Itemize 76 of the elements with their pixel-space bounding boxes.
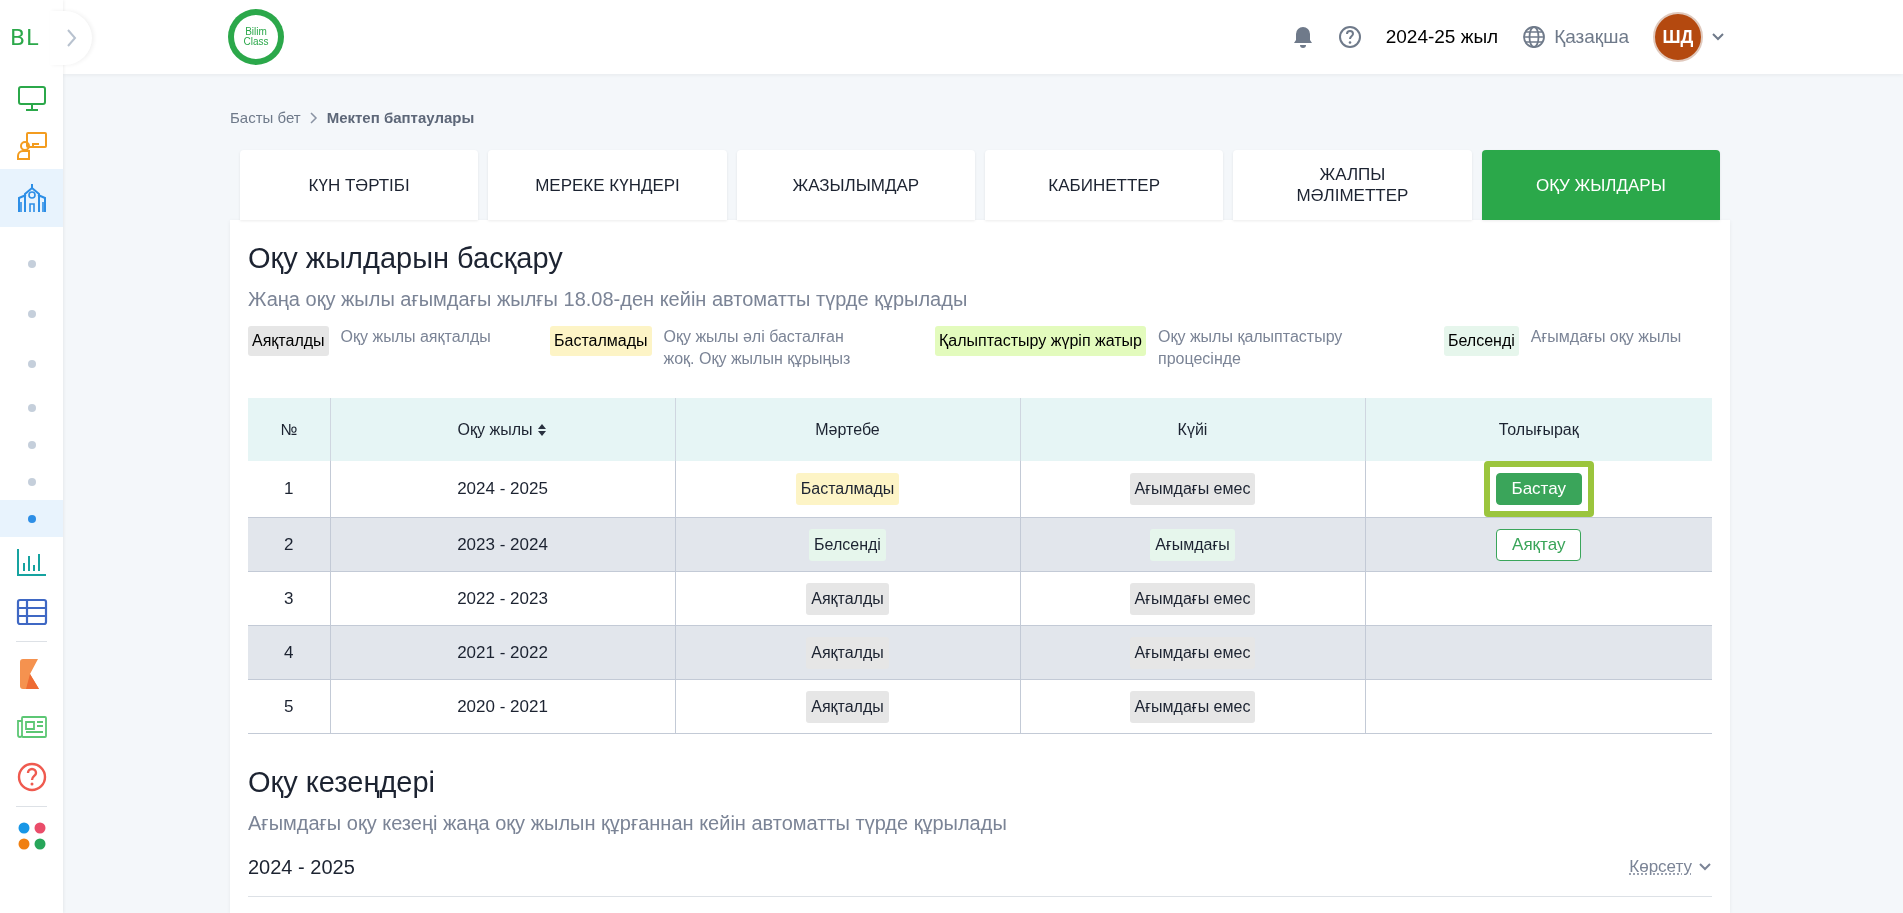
start-button[interactable]: Бастау [1495,473,1582,505]
school-building-icon [15,182,48,214]
logo-text: Bilim Class [242,27,270,47]
status-badge: Басталмады [795,473,900,505]
table-cell: 2022 - 2023 [330,571,675,626]
column-header: Толығырақ [1365,398,1712,461]
help-icon [1337,25,1362,49]
sidebar-item[interactable] [0,537,63,587]
table-cell: 5 [248,679,330,734]
section-subtitle: Ағымдағы оқу кезеңі жаңа оқу жылын құрғаннан кейін автоматты түрде құрылады [248,811,1008,836]
sidebar-item[interactable] [0,169,63,227]
table-cell: 3 [248,571,330,626]
legend-description: Оқу жылы әлі басталған жоқ. Оқу жылын құрыңыз [663,327,852,369]
tab[interactable]: ОҚУ ЖЫЛДАРЫ [1481,150,1720,220]
status-badge: Аяқталды [806,690,889,723]
breadcrumb-current: Мектеп баптаулары [326,107,475,128]
chevron-down-icon [1698,862,1712,872]
breadcrumb-link[interactable]: Басты бет [230,106,301,130]
state-badge: Ағымдағы емес [1129,473,1256,505]
legend-description: Оқу жылы қалыптастыру процесінде [1158,327,1344,369]
bell-icon [1291,25,1314,49]
state-badge: Ағымдағы [1150,528,1235,561]
chevron-right-icon [308,111,319,125]
tab[interactable]: ЖАЛПЫ МӘЛІМЕТТЕР [1233,150,1472,220]
legend-description: Ағымдағы оқу жылы [1530,327,1682,347]
tab[interactable]: МЕРЕКЕ КҮНДЕРІ [488,150,727,220]
table-cell: 2 [248,517,330,572]
show-toggle[interactable]: Көрсету [1629,854,1712,880]
avatar: ШД [1653,12,1703,62]
teacher-board-icon [15,130,48,162]
state-badge: Ағымдағы емес [1129,690,1256,723]
section-title: Оқу жылдарын басқару [248,241,564,276]
status-badge: Аяқталды [806,636,889,669]
bar-chart-icon [15,546,48,578]
table-grid-icon [15,596,48,628]
help-button[interactable] [1337,25,1362,49]
academic-year: 2024-25 жыл [1385,24,1499,49]
period-year: 2024 - 2025 [248,855,355,880]
column-header: Күйі [1020,398,1365,461]
status-badge: Басталмады [550,326,652,356]
sidebar-item[interactable] [0,500,63,537]
user-menu[interactable]: ШД [1653,12,1725,62]
status-badge: Қалыптастыру жүріп жатыр [935,326,1146,356]
table-cell: 2021 - 2022 [330,625,675,680]
status-badge: Аяқталды [248,326,329,356]
app-dots-icon [17,822,46,850]
table-cell: 1 [248,461,330,518]
table-cell: 4 [248,625,330,680]
sort-icon [537,422,548,437]
column-header: № [248,398,330,461]
column-header: Мәртебе [675,398,1020,461]
table-cell: 2023 - 2024 [330,517,675,572]
notifications-button[interactable] [1291,25,1314,49]
sidebar-item[interactable] [0,123,63,169]
status-badge: Аяқталды [806,582,889,615]
tab[interactable]: КАБИНЕТТЕР [985,150,1224,220]
status-badge: Белсенді [1444,326,1519,356]
help-icon [15,761,48,793]
chevron-down-icon [1711,32,1725,42]
legend-description: Оқу жылы аяқталды [340,327,491,347]
state-badge: Ағымдағы емес [1129,636,1256,669]
tab[interactable]: КҮН ТӘРТІБІ [240,150,479,220]
table-cell: 2024 - 2025 [330,461,675,518]
tab[interactable]: ЖАЗЫЛЫМДАР [736,150,975,220]
column-header-text: Оқу жылы [457,419,533,440]
state-badge: Ағымдағы емес [1129,582,1256,615]
finish-button[interactable]: Аяқтау [1496,528,1582,561]
table-cell: 2020 - 2021 [330,679,675,734]
chevron-right-icon [65,28,77,48]
sidebar-logo: BL [10,24,40,52]
section-title: Оқу кезеңдері [248,765,437,800]
section-subtitle: Жаңа оқу жылы ағымдағы жылғы 18.08-ден кейін автоматты түрде құрылады [248,287,969,312]
column-header[interactable]: Оқу жылы [330,398,675,461]
status-badge: Белсенді [809,528,886,561]
language-selector[interactable]: Қазақша [1522,22,1629,52]
globe-icon [1522,25,1547,49]
